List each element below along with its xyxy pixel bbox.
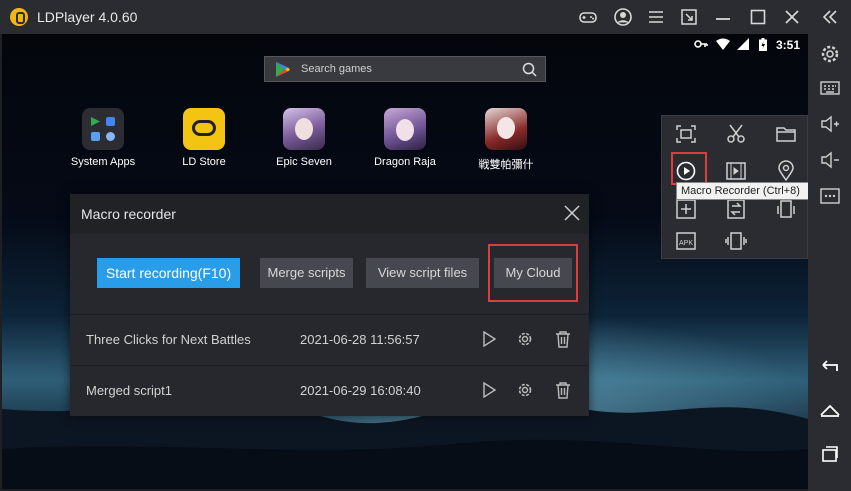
back-icon[interactable] [820,356,840,376]
script-row[interactable]: Three Clicks for Next Battles 2021-06-28… [70,314,589,365]
svg-text:APK: APK [679,240,693,247]
minimize-icon[interactable] [713,7,733,27]
google-play-icon [276,62,290,77]
close-icon[interactable] [782,7,802,27]
title-bar: LDPlayer 4.0.60 [0,0,851,34]
volume-up-icon[interactable] [820,114,840,134]
screenshot-icon[interactable] [675,123,697,145]
app-ld-store[interactable]: LD Store [154,108,254,168]
script-time: 2021-06-28 11:56:57 [300,332,420,347]
search-icon[interactable] [522,62,537,77]
more-icon[interactable] [820,186,840,206]
ldplayer-logo-icon [10,8,28,26]
app-epic-seven[interactable]: Epic Seven [254,108,354,168]
signal-icon [737,38,750,50]
dragon-raja-icon [384,108,426,150]
window-title: LDPlayer 4.0.60 [37,9,138,25]
add-icon[interactable] [675,198,697,220]
app-label: Epic Seven [276,156,332,168]
collapse-icon[interactable] [820,7,840,27]
app-system-apps[interactable]: System Apps [53,108,153,168]
delete-icon[interactable] [554,330,572,348]
menu-icon[interactable] [646,7,666,27]
play-icon[interactable] [480,330,498,348]
script-time: 2021-06-29 16:08:40 [300,383,421,398]
epic-seven-icon [283,108,325,150]
sync-icon[interactable] [725,198,747,220]
start-recording-button[interactable]: Start recording(F10) [97,258,240,288]
dialog-title: Macro recorder [81,206,176,222]
home-icon[interactable] [820,400,840,420]
right-sidebar [808,34,851,491]
ld-store-icon [183,108,225,150]
delete-icon[interactable] [554,381,572,399]
recents-icon[interactable] [820,444,840,464]
dialog-header: Macro recorder [70,194,589,234]
key-icon [693,40,708,48]
script-row[interactable]: Merged script1 2021-06-29 16:08:40 [70,365,589,416]
resize-icon[interactable] [679,7,699,27]
app-dragon-raja[interactable]: Dragon Raja [355,108,455,168]
script-name: Merged script1 [86,383,172,398]
clock: 3:51 [775,38,800,52]
merge-scripts-button[interactable]: Merge scripts [260,258,353,288]
punishing-icon [485,108,527,150]
settings-icon[interactable] [516,330,534,348]
macro-recorder-dialog: Macro recorder Start recording(F10) Merg… [70,194,589,416]
keyboard-icon[interactable] [820,78,840,98]
app-label: System Apps [70,156,136,168]
video-icon[interactable] [725,160,747,182]
battery-icon [758,38,767,51]
app-label: 戦雙帕彌什 [478,159,534,171]
gamepad-icon[interactable] [578,7,598,27]
play-icon[interactable] [480,381,498,399]
my-cloud-highlight [488,244,578,302]
apk-icon[interactable]: APK [675,230,697,252]
scissors-icon[interactable] [725,123,747,145]
view-script-files-button[interactable]: View script files [366,258,479,288]
app-label: Dragon Raja [374,156,436,168]
app-punishing[interactable]: 戦雙帕彌什 [456,108,556,172]
close-icon[interactable] [564,205,580,221]
account-icon[interactable] [613,7,633,27]
rotate-icon[interactable] [775,198,797,220]
folder-icon[interactable] [775,123,797,145]
wifi-icon [715,38,730,50]
settings-icon[interactable] [820,44,840,64]
location-icon[interactable] [775,160,797,182]
app-label: LD Store [182,156,226,168]
status-bar: 3:51 [693,38,800,52]
settings-icon[interactable] [516,381,534,399]
system-apps-icon [82,108,124,150]
shake-icon[interactable] [725,230,747,252]
macro-recorder-highlight [671,152,707,185]
maximize-icon[interactable] [748,7,768,27]
macro-recorder-tooltip: Macro Recorder (Ctrl+8) [676,182,812,200]
script-name: Three Clicks for Next Battles [86,332,251,347]
search-input[interactable]: Search games [301,63,372,75]
search-bar[interactable]: Search games [264,56,546,82]
volume-down-icon[interactable] [820,150,840,170]
